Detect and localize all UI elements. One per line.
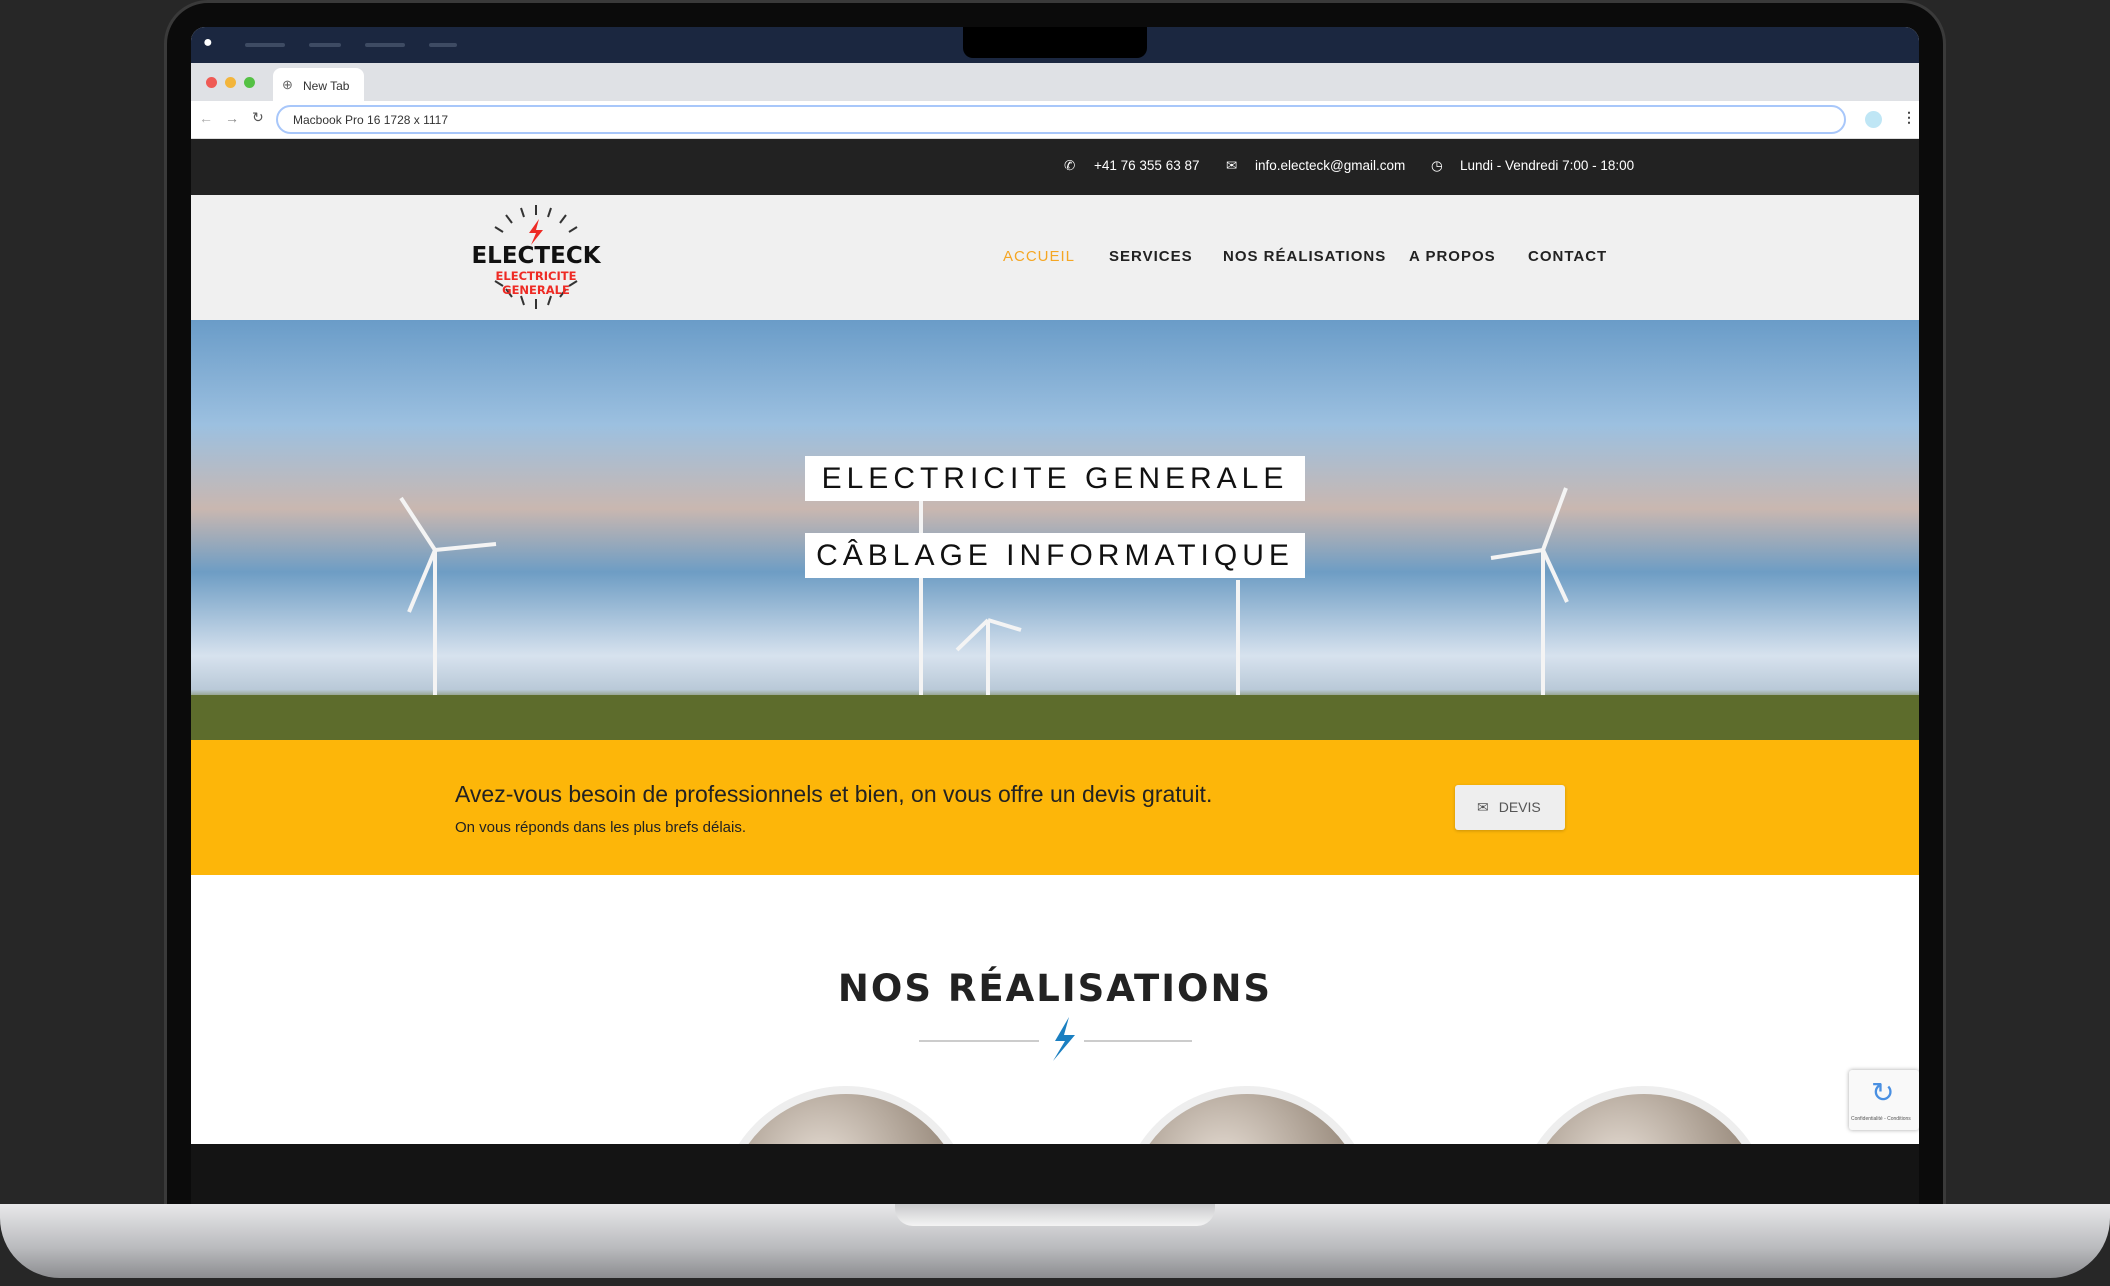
section-title: NOS RÉALISATIONS bbox=[837, 967, 1273, 1010]
phone-icon: ✆ bbox=[1064, 158, 1076, 173]
profile-avatar[interactable] bbox=[1865, 111, 1882, 128]
address-row: ← → ↻ Macbook Pro 16 1728 x 1117 ⋮ bbox=[191, 101, 1919, 139]
site-header: ELECTECK ELECTRICITE GENERALE ACCUEIL SE… bbox=[191, 195, 1919, 320]
menu-placeholder bbox=[429, 43, 457, 47]
minimize-window-button[interactable] bbox=[225, 77, 236, 88]
recaptcha-text: Confidentialité - Conditions bbox=[1851, 1116, 1911, 1122]
close-window-button[interactable] bbox=[206, 77, 217, 88]
logo-name: ELECTECK bbox=[471, 243, 601, 269]
recaptcha-badge[interactable]: ↻ Confidentialité - Conditions bbox=[1849, 1070, 1919, 1130]
menu-placeholder bbox=[365, 43, 405, 47]
project-image-3[interactable] bbox=[1516, 1086, 1772, 1144]
tab-title: New Tab bbox=[303, 79, 350, 93]
quote-subtext: On vous réponds dans les plus brefs déla… bbox=[455, 819, 746, 836]
mail-icon: ✉ bbox=[1226, 158, 1238, 173]
quote-banner: Avez-vous besoin de professionnels et bi… bbox=[191, 740, 1919, 875]
logo-tagline: ELECTRICITE GENERALE bbox=[495, 269, 577, 297]
hero-title-electricite: ELECTRICITE GENERALE bbox=[805, 456, 1305, 501]
divider-line-left bbox=[919, 1040, 1039, 1042]
laptop-chin bbox=[191, 1144, 1919, 1204]
laptop-opening-notch bbox=[895, 1204, 1215, 1226]
globe-icon: ⊕ bbox=[282, 77, 293, 92]
recaptcha-icon: ↻ bbox=[1871, 1077, 1895, 1108]
email-link[interactable]: info.electeck@gmail.com bbox=[1255, 158, 1405, 173]
tab-bar: ⊕ New Tab bbox=[191, 63, 1919, 101]
browser-tab[interactable]: ⊕ New Tab bbox=[273, 68, 364, 101]
screen: ● ⊕ New Tab ← → ↻ Macbook Pro 16 1728 x … bbox=[191, 27, 1919, 1144]
clock-icon: ◷ bbox=[1431, 158, 1443, 173]
logo[interactable]: ELECTECK ELECTRICITE GENERALE bbox=[461, 201, 611, 313]
menu-placeholder bbox=[309, 43, 341, 47]
maximize-window-button[interactable] bbox=[244, 77, 255, 88]
address-bar[interactable]: Macbook Pro 16 1728 x 1117 bbox=[276, 105, 1846, 134]
address-text: Macbook Pro 16 1728 x 1117 bbox=[293, 113, 448, 127]
wind-turbines-illustration bbox=[191, 487, 1919, 740]
project-image-2[interactable] bbox=[1119, 1086, 1375, 1144]
back-icon[interactable]: ← bbox=[199, 110, 213, 126]
camera-notch bbox=[963, 27, 1147, 58]
phone-number[interactable]: +41 76 355 63 87 bbox=[1094, 158, 1199, 173]
realisations-section: NOS RÉALISATIONS bbox=[191, 875, 1919, 1144]
lightning-icon bbox=[1053, 1017, 1075, 1061]
opening-hours: Lundi - Vendredi 7:00 - 18:00 bbox=[1460, 158, 1635, 173]
laptop-base bbox=[0, 1204, 2110, 1278]
divider-line-right bbox=[1084, 1040, 1192, 1042]
devis-button[interactable]: ✉ DEVIS bbox=[1455, 785, 1565, 830]
project-image-1[interactable] bbox=[718, 1086, 974, 1144]
nav-accueil[interactable]: ACCUEIL bbox=[1003, 248, 1075, 265]
nav-a-propos[interactable]: A PROPOS bbox=[1409, 248, 1496, 265]
nav-realisations[interactable]: NOS RÉALISATIONS bbox=[1223, 248, 1386, 265]
top-info-bar: ✆ +41 76 355 63 87 ✉ info.electeck@gmail… bbox=[191, 139, 1919, 195]
nav-contact[interactable]: CONTACT bbox=[1528, 248, 1607, 265]
menu-kebab-icon[interactable]: ⋮ bbox=[1902, 109, 1916, 126]
mac-menubar: ● bbox=[191, 27, 1919, 63]
nav-services[interactable]: SERVICES bbox=[1109, 248, 1193, 265]
apple-icon: ● bbox=[203, 34, 213, 51]
reload-icon[interactable]: ↻ bbox=[252, 109, 264, 126]
hero-title-cablage: CÂBLAGE INFORMATIQUE bbox=[805, 533, 1305, 578]
hero-banner: ELECTRICITE GENERALE CÂBLAGE INFORMATIQU… bbox=[191, 320, 1919, 740]
envelope-icon: ✉ bbox=[1477, 799, 1489, 815]
devis-label: DEVIS bbox=[1498, 799, 1541, 815]
quote-headline: Avez-vous besoin de professionnels et bi… bbox=[455, 781, 1213, 807]
menu-placeholder bbox=[245, 43, 285, 47]
forward-icon[interactable]: → bbox=[225, 110, 239, 126]
